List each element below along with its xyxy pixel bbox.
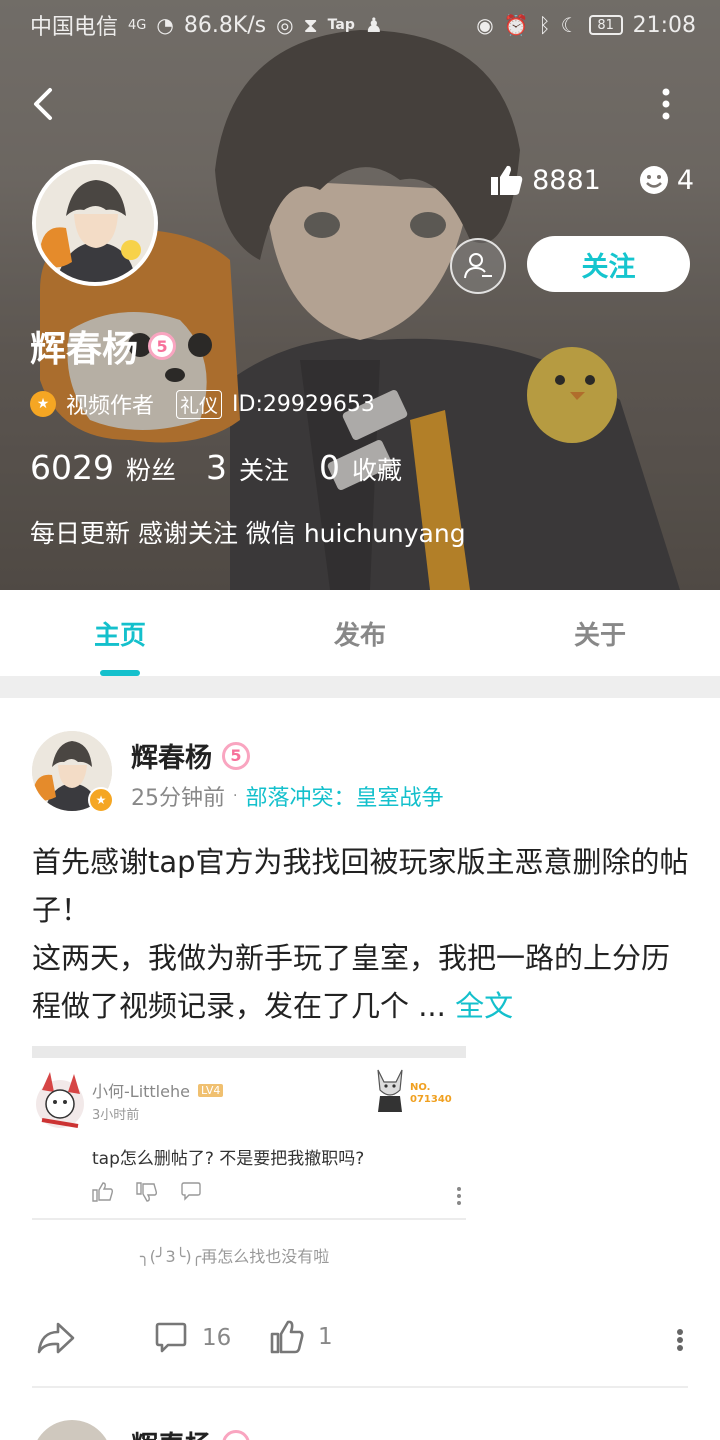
profile-tabs: 主页 发布 关于 (0, 590, 720, 676)
creator-role: 视频作者 (66, 394, 155, 419)
comment-card-bottomline (32, 1218, 466, 1220)
post-body[interactable]: 首先感谢tap官方为我找回被玩家版主恶意删除的帖子！ 这两天，我做为新手玩了皇室… (32, 838, 696, 1030)
creator-star-icon: ★ (88, 787, 114, 813)
comment-badge-decoration: NO. 071340 (372, 1066, 464, 1114)
tap-app-icon: Tap (327, 17, 355, 33)
bluetooth-icon: ᛒ (538, 13, 551, 37)
avatar-image (36, 164, 154, 282)
share-button[interactable] (36, 1320, 76, 1356)
tab-home[interactable]: 主页 (0, 590, 240, 676)
header-background-illustration (0, 0, 720, 590)
network-speed: 86.8K/s (183, 12, 267, 38)
embedded-comment-image[interactable]: 小何-Littlehe LV4 3小时前 NO. 071340 tap怎么删帖了… (32, 1046, 466, 1220)
fans-label[interactable]: 粉丝 (126, 451, 176, 487)
post-body-line1: 首先感谢tap官方为我找回被玩家版主恶意删除的帖子！ (32, 845, 689, 927)
profile-name: 辉春杨 (30, 329, 139, 370)
moon-icon: ☾ (560, 13, 579, 37)
post-meta: 25分钟前 · 部落冲突：皇室战争 (131, 780, 443, 812)
comment-actions (92, 1182, 202, 1202)
profile-header: 中国电信 4G ◔ 86.8K/s ◎ ⧗ Tap ♟ ◉ ⏰ ᛒ ☾ 81 2… (0, 0, 720, 590)
profile-avatar[interactable] (32, 160, 158, 286)
thumbs-up-icon (92, 1182, 114, 1202)
post-author-row: 辉春杨 5 (131, 736, 250, 775)
more-vertical-icon[interactable] (656, 86, 676, 122)
following-count[interactable]: 3 (206, 448, 227, 487)
smile-face-icon (639, 166, 668, 194)
next-post-author-name[interactable]: 辉春杨 (131, 1424, 212, 1440)
post-time: 25分钟前 (131, 786, 225, 811)
comment-bubble-icon (181, 1182, 201, 1201)
fans-count[interactable]: 6029 (30, 448, 114, 487)
tab-posts[interactable]: 发布 (240, 590, 480, 676)
tab-about[interactable]: 关于 (480, 590, 720, 676)
status-bar: 中国电信 4G ◔ 86.8K/s ◎ ⧗ Tap ♟ ◉ ⏰ ᛒ ☾ 81 2… (0, 0, 720, 50)
thumbs-down-icon (136, 1182, 158, 1202)
smiles-stat: 4 (639, 165, 694, 196)
badge-number: 071340 (410, 1094, 452, 1105)
profile-tags: ★ 视频作者 礼仪 ID:29929653 (30, 388, 375, 420)
creator-star-icon: ★ (30, 391, 56, 417)
add-user-icon (464, 253, 492, 279)
badge-no-label: NO. (410, 1082, 431, 1093)
profile-top-stats: 8881 4 (490, 164, 694, 196)
comment-text: tap怎么删帖了? 不是要把我撤职吗? (92, 1149, 365, 1169)
comment-user-level: LV4 (197, 1083, 224, 1097)
post-author-name[interactable]: 辉春杨 (131, 736, 212, 775)
post-more-icon[interactable] (676, 1328, 684, 1352)
image-caption: ╮(╯3╰)╭再怎么找也没有啦 (140, 1247, 330, 1266)
etiquette-tag[interactable]: 礼仪 (176, 389, 223, 419)
post-actions: 16 1 (0, 1316, 720, 1364)
level-badge: 5 (222, 741, 250, 770)
read-more-link[interactable]: 全文 (455, 989, 513, 1023)
smiles-count: 4 (676, 164, 694, 196)
post-separator (32, 1386, 688, 1388)
comment-avatar (36, 1072, 84, 1128)
back-arrow-icon[interactable] (28, 84, 64, 124)
favorites-label[interactable]: 收藏 (352, 451, 402, 487)
comment-username: 小何-Littlehe (92, 1082, 190, 1101)
follow-counts: 6029 粉丝 3 关注 0 收藏 (30, 448, 426, 487)
comment-time: 3小时前 (92, 1108, 140, 1123)
likes-count: 8881 (532, 164, 601, 196)
share-arrow-icon (37, 1322, 75, 1354)
wolf-sticker-icon (377, 1069, 403, 1112)
wifi-icon: ◔ (156, 13, 174, 37)
battery-icon: 81 (588, 15, 623, 35)
post-forum-link[interactable]: 部落冲突：皇室战争 (245, 780, 443, 812)
thumbs-up-icon (491, 165, 523, 195)
comment-user-row: 小何-Littlehe LV4 (92, 1078, 224, 1102)
section-divider (0, 676, 720, 698)
likes-stat: 8881 (490, 164, 601, 196)
profile-name-row: 辉春杨 5 (30, 320, 177, 372)
like-button[interactable]: 1 (270, 1320, 333, 1354)
netease-icon: ◎ (276, 13, 294, 37)
post-body-line2: 这两天，我做为新手玩了皇室，我把一路的上分历程做了视频记录，发在了几个 ... (32, 941, 671, 1023)
next-post-avatar[interactable] (32, 1420, 112, 1440)
level-badge (222, 1429, 250, 1440)
comment-count: 16 (202, 1325, 232, 1351)
follow-button[interactable]: 关注 (527, 236, 690, 292)
profile-bio: 每日更新 感谢关注 微信 huichunyang (30, 519, 466, 548)
thumbs-up-icon (270, 1320, 304, 1354)
next-post-author-row: 辉春杨 (131, 1424, 250, 1440)
add-friend-button[interactable] (450, 238, 506, 294)
comment-icon (155, 1322, 187, 1353)
favorites-count[interactable]: 0 (319, 448, 340, 487)
comment-card-topbar (32, 1046, 466, 1058)
qq-icon: ♟ (364, 13, 383, 37)
alarm-icon: ⏰ (503, 13, 529, 37)
comment-button[interactable]: 16 (154, 1322, 231, 1354)
signal-icon: 4G (128, 17, 147, 33)
following-label[interactable]: 关注 (239, 451, 289, 487)
level-badge: 5 (148, 332, 177, 360)
carrier-label: 中国电信 (30, 15, 119, 40)
clock: 21:08 (632, 12, 696, 38)
meta-dot: · (233, 788, 238, 804)
user-id: ID:29929653 (232, 391, 375, 417)
hourglass-icon: ⧗ (303, 13, 318, 37)
eye-icon: ◉ (476, 13, 494, 37)
comment-more-icon (457, 1187, 461, 1205)
like-count: 1 (318, 1324, 333, 1350)
